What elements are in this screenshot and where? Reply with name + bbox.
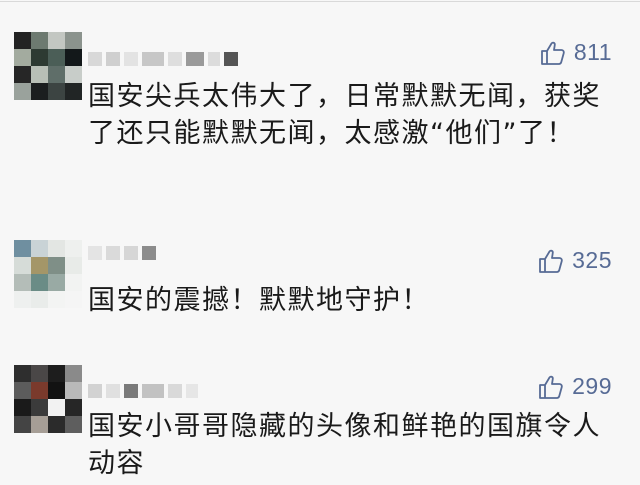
username-blurred — [88, 50, 238, 68]
avatar[interactable] — [14, 365, 82, 433]
like-count: 811 — [573, 39, 612, 65]
like-count: 299 — [572, 373, 612, 399]
comment-text: 国安小哥哥隐藏的头像和鲜艳的国旗令人动容 — [88, 411, 601, 479]
avatar[interactable] — [14, 240, 82, 308]
like-button[interactable]: 325 — [538, 247, 612, 274]
comment-text: 国安尖兵太伟大了，日常默默无闻，获奖了还只能默默无闻，太感激“他们”了！ — [88, 81, 601, 149]
thumbs-up-icon — [538, 248, 564, 274]
comment-text: 国安的震撼！默默地守护！ — [88, 285, 430, 316]
like-count: 325 — [572, 247, 612, 273]
avatar[interactable] — [14, 32, 82, 100]
thumbs-up-icon — [538, 374, 564, 400]
username-blurred — [88, 382, 198, 400]
like-button[interactable]: 299 — [538, 373, 612, 400]
username-blurred — [88, 244, 156, 262]
like-button[interactable]: 811 — [540, 39, 612, 66]
thumbs-up-icon — [540, 40, 566, 66]
comment-divider — [0, 1, 640, 2]
